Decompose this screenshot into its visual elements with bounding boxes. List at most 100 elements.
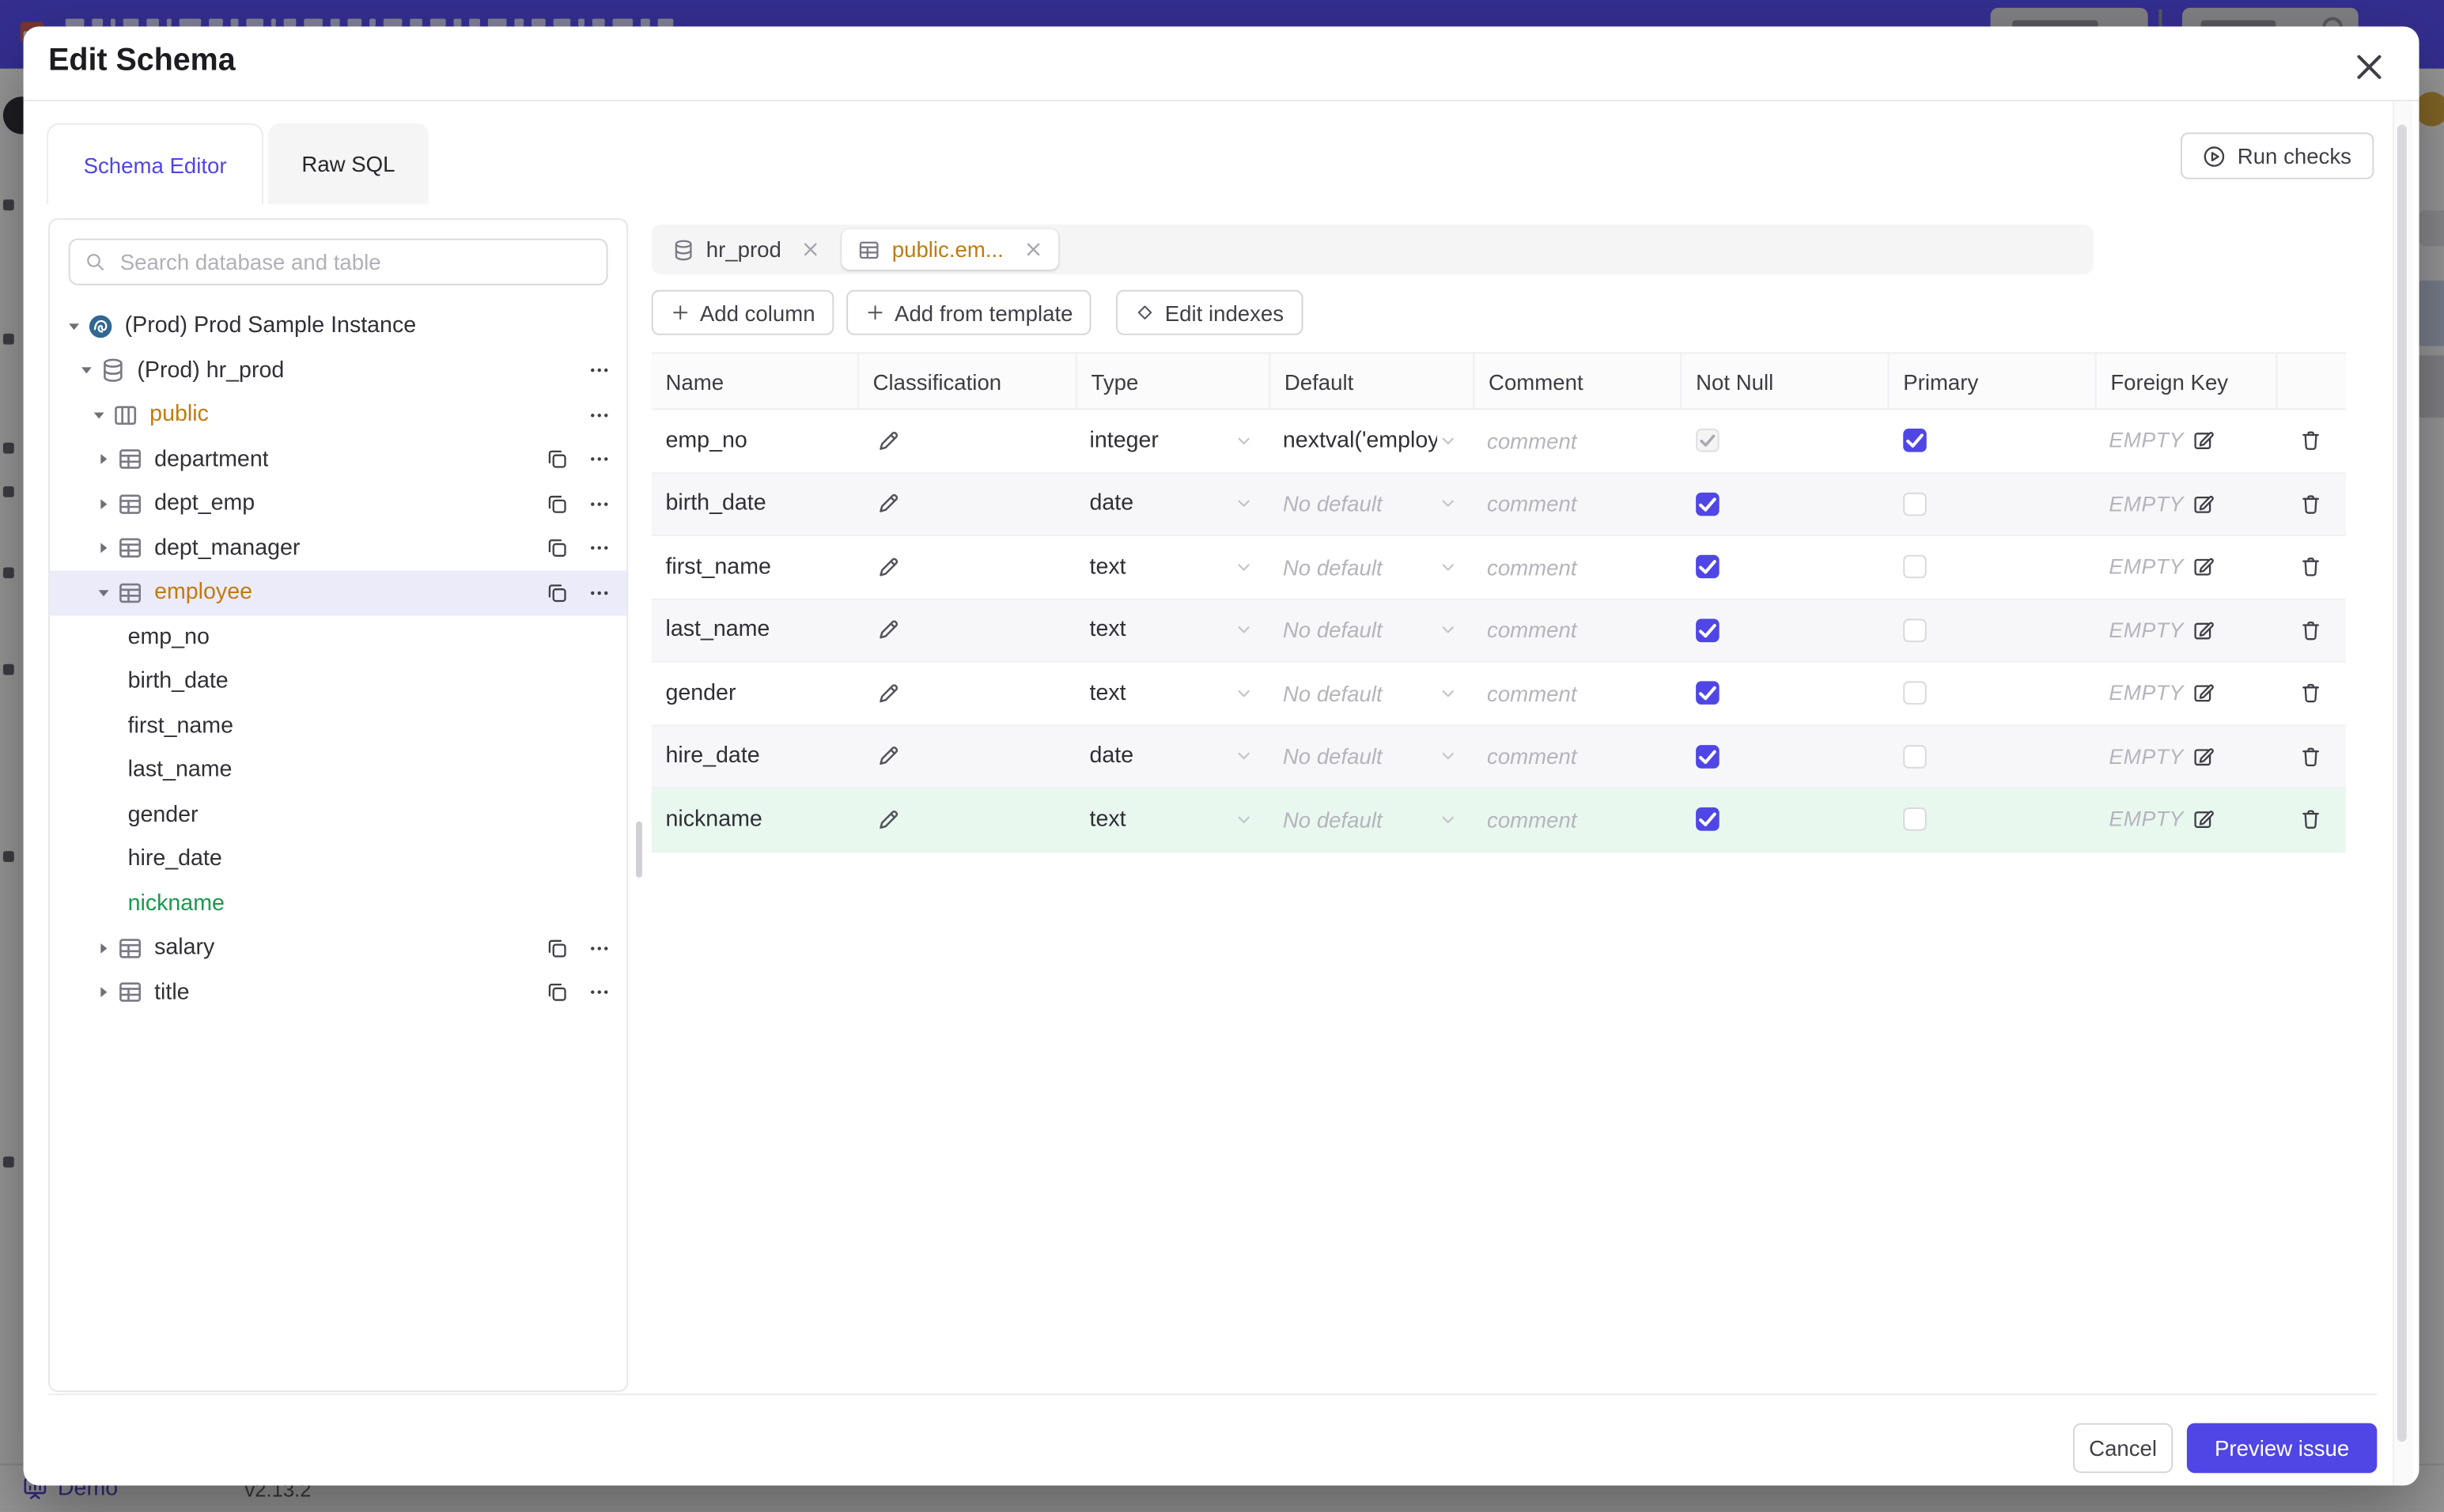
ellipsis-menu-icon[interactable] (588, 936, 611, 960)
edit-foreign-key-icon[interactable] (2192, 429, 2215, 453)
comment-input[interactable]: comment (1487, 554, 1680, 580)
not-null-checkbox[interactable] (1696, 492, 1720, 516)
editor-tab-public.em...[interactable]: public.em... (842, 229, 1058, 270)
chevron-right-icon[interactable] (96, 541, 111, 555)
sidebar-item-department[interactable]: department (50, 437, 626, 482)
primary-checkbox[interactable] (1903, 429, 1927, 453)
default-select[interactable]: nextval('employ (1269, 410, 1473, 471)
delete-column-icon[interactable] (2299, 429, 2323, 453)
edit-indexes-button[interactable]: Edit indexes (1116, 289, 1303, 335)
type-select[interactable]: date (1076, 726, 1269, 788)
primary-checkbox[interactable] (1903, 555, 1927, 579)
edit-foreign-key-icon[interactable] (2192, 618, 2215, 642)
add-from-template-button[interactable]: Add from template (846, 289, 1092, 335)
ellipsis-menu-icon[interactable] (588, 492, 611, 516)
comment-input[interactable]: comment (1487, 744, 1680, 769)
sidebar-item-gender[interactable]: gender (50, 792, 626, 837)
edit-foreign-key-icon[interactable] (2192, 808, 2215, 832)
chevron-right-icon[interactable] (96, 941, 111, 955)
comment-input[interactable]: comment (1487, 807, 1680, 833)
edit-classification-icon[interactable] (876, 807, 902, 833)
delete-column-icon[interactable] (2299, 682, 2323, 705)
sidebar-item--Prod-hr_prod[interactable]: (Prod) hr_prod (50, 349, 626, 393)
default-select[interactable]: No default (1269, 788, 1473, 850)
default-select[interactable]: No default (1269, 536, 1473, 598)
copy-icon[interactable] (546, 537, 569, 561)
sidebar-item-emp_no[interactable]: emp_no (50, 615, 626, 660)
primary-checkbox[interactable] (1903, 807, 1927, 832)
chevron-right-icon[interactable] (96, 497, 111, 511)
not-null-checkbox[interactable] (1696, 429, 1720, 453)
edit-foreign-key-icon[interactable] (2192, 492, 2215, 516)
chevron-down-icon[interactable] (96, 586, 111, 600)
default-select[interactable]: No default (1269, 663, 1473, 724)
delete-column-icon[interactable] (2299, 808, 2323, 832)
copy-icon[interactable] (546, 448, 569, 471)
add-column-button[interactable]: Add column (651, 289, 834, 335)
sidebar-item-salary[interactable]: salary (50, 926, 626, 970)
sidebar-item-nickname[interactable]: nickname (50, 882, 626, 926)
type-select[interactable]: text (1076, 788, 1269, 850)
copy-icon[interactable] (546, 936, 569, 960)
close-icon[interactable] (1023, 240, 1042, 259)
ellipsis-menu-icon[interactable] (588, 581, 611, 605)
column-name[interactable]: hire_date (665, 744, 759, 769)
not-null-checkbox[interactable] (1696, 555, 1720, 579)
edit-classification-icon[interactable] (876, 618, 902, 643)
not-null-checkbox[interactable] (1696, 744, 1720, 769)
column-name[interactable]: first_name (665, 554, 770, 580)
type-select[interactable]: text (1076, 663, 1269, 724)
sidebar-item-employee[interactable]: employee (50, 570, 627, 615)
delete-column-icon[interactable] (2299, 745, 2323, 769)
tab-raw-sql[interactable]: Raw SQL (267, 123, 429, 205)
database-search[interactable] (68, 238, 608, 285)
ellipsis-menu-icon[interactable] (588, 981, 611, 1004)
panel-resize-handle[interactable] (636, 821, 642, 878)
sidebar-item-dept_emp[interactable]: dept_emp (50, 482, 626, 526)
modal-scrollbar-thumb[interactable] (2397, 124, 2407, 1442)
sidebar-item-last_name[interactable]: last_name (50, 748, 626, 792)
primary-checkbox[interactable] (1903, 744, 1927, 769)
ellipsis-menu-icon[interactable] (588, 537, 611, 561)
column-name[interactable]: last_name (665, 618, 770, 643)
comment-input[interactable]: comment (1487, 491, 1680, 516)
chevron-down-icon[interactable] (80, 364, 94, 378)
edit-classification-icon[interactable] (876, 681, 902, 706)
close-icon[interactable] (2352, 50, 2386, 84)
type-select[interactable]: text (1076, 536, 1269, 598)
column-name[interactable]: birth_date (665, 491, 766, 516)
chevron-right-icon[interactable] (96, 452, 111, 467)
edit-classification-icon[interactable] (876, 554, 902, 580)
column-name[interactable]: emp_no (665, 429, 747, 454)
database-search-input[interactable] (116, 248, 592, 276)
sidebar-item-hire_date[interactable]: hire_date (50, 837, 626, 881)
comment-input[interactable]: comment (1487, 618, 1680, 643)
comment-input[interactable]: comment (1487, 429, 1680, 454)
edit-foreign-key-icon[interactable] (2192, 555, 2215, 579)
default-select[interactable]: No default (1269, 473, 1473, 535)
delete-column-icon[interactable] (2299, 492, 2323, 516)
type-select[interactable]: date (1076, 473, 1269, 535)
primary-checkbox[interactable] (1903, 492, 1927, 516)
cancel-button[interactable]: Cancel (2073, 1423, 2173, 1473)
ellipsis-menu-icon[interactable] (588, 359, 611, 383)
copy-icon[interactable] (546, 981, 569, 1004)
type-select[interactable]: text (1076, 599, 1269, 661)
type-select[interactable]: integer (1076, 410, 1269, 471)
tab-schema-editor[interactable]: Schema Editor (47, 123, 264, 205)
ellipsis-menu-icon[interactable] (588, 403, 611, 427)
sidebar-item-title[interactable]: title (50, 970, 626, 1015)
primary-checkbox[interactable] (1903, 618, 1927, 642)
preview-issue-button[interactable]: Preview issue (2186, 1423, 2378, 1473)
not-null-checkbox[interactable] (1696, 618, 1720, 642)
column-name[interactable]: nickname (665, 807, 762, 833)
run-checks-button[interactable]: Run checks (2181, 132, 2374, 180)
default-select[interactable]: No default (1269, 726, 1473, 788)
close-icon[interactable] (801, 240, 820, 259)
default-select[interactable]: No default (1269, 599, 1473, 661)
edit-foreign-key-icon[interactable] (2192, 682, 2215, 705)
edit-foreign-key-icon[interactable] (2192, 745, 2215, 769)
not-null-checkbox[interactable] (1696, 807, 1720, 832)
ellipsis-menu-icon[interactable] (588, 448, 611, 471)
sidebar-item-first_name[interactable]: first_name (50, 704, 626, 748)
